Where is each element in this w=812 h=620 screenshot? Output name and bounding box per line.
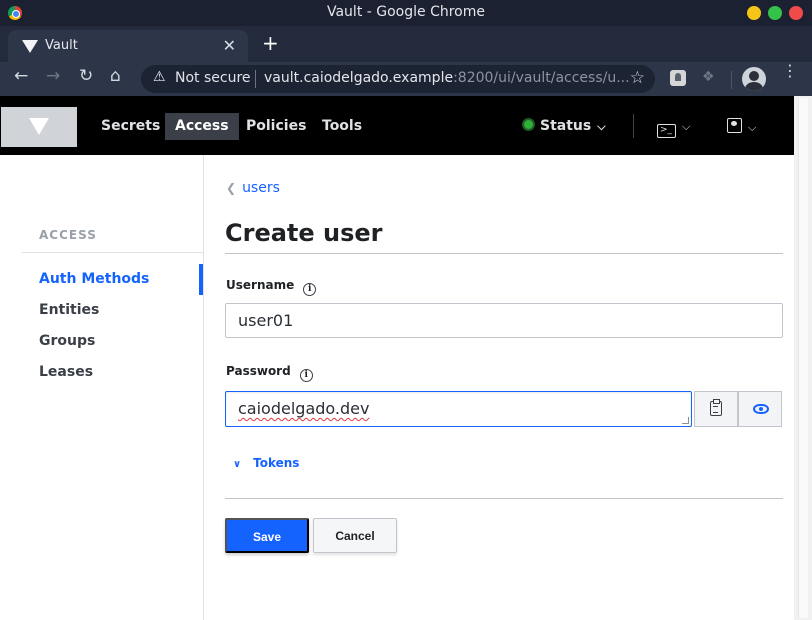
- address-bar[interactable]: ⚠ Not secure vault.caiodelgado.example:8…: [141, 65, 655, 93]
- vault-home-logo[interactable]: [1, 107, 77, 147]
- save-button[interactable]: Save: [225, 518, 309, 553]
- access-sidebar: ACCESS Auth Methods Entities Groups Leas…: [0, 155, 204, 620]
- sidebar-item-groups[interactable]: Groups: [39, 333, 95, 349]
- status-ok-icon: [524, 120, 533, 129]
- close-window-button[interactable]: [789, 6, 803, 20]
- url-path: :8200/ui/vault/access/u...: [453, 70, 630, 86]
- scrollbar-thumb[interactable]: [798, 98, 808, 618]
- browser-toolbar: ← → ↻ ⌂ ⚠ Not secure vault.caiodelgado.e…: [0, 62, 812, 96]
- sidebar-heading: ACCESS: [39, 228, 97, 242]
- tokens-label: Tokens: [253, 456, 300, 470]
- maximize-button[interactable]: [768, 6, 782, 20]
- chevron-down-icon: ⌵: [748, 121, 757, 134]
- nav-policies[interactable]: Policies: [236, 113, 316, 140]
- nav-secrets[interactable]: Secrets: [91, 113, 170, 140]
- security-status[interactable]: Not secure: [175, 70, 251, 86]
- page-scrollbar[interactable]: [794, 96, 812, 620]
- copy-password-button[interactable]: [694, 391, 738, 427]
- new-tab-button[interactable]: +: [262, 31, 279, 55]
- user-menu-button[interactable]: ⌵: [727, 118, 756, 135]
- create-user-form: ❮ users Create user Username i user01 Pass…: [204, 155, 794, 620]
- address-separator: [255, 70, 256, 88]
- cancel-button[interactable]: Cancel: [313, 518, 397, 553]
- chevron-left-icon: ❮: [226, 181, 237, 195]
- chevron-down-icon: ∨: [233, 459, 242, 470]
- tokens-toggle[interactable]: ∨ Tokens: [233, 456, 299, 470]
- password-value: caiodelgado.dev: [238, 399, 370, 418]
- form-divider: [225, 498, 783, 499]
- reveal-password-button[interactable]: [738, 391, 782, 427]
- toolbar-divider: [731, 71, 732, 89]
- info-icon[interactable]: i: [299, 369, 313, 382]
- tab-strip: Vault ✕: [0, 26, 812, 62]
- browser-tab-vault[interactable]: Vault ✕: [8, 30, 248, 62]
- nav-access[interactable]: Access: [165, 113, 239, 140]
- username-label: Username i: [226, 278, 317, 296]
- bookmark-star-icon[interactable]: ☆: [630, 68, 645, 88]
- window-title: Vault - Google Chrome: [326, 4, 485, 20]
- url-text[interactable]: vault.caiodelgado.example:8200/ui/vault/…: [264, 70, 630, 86]
- resize-handle[interactable]: [682, 417, 689, 424]
- clipboard-icon: [710, 399, 722, 416]
- title-divider: [225, 253, 783, 254]
- reload-icon[interactable]: ↻: [79, 66, 93, 86]
- user-icon: [727, 118, 742, 133]
- username-label-text: Username: [226, 278, 295, 292]
- page-title: Create user: [225, 219, 383, 247]
- breadcrumb[interactable]: ❮ users: [226, 180, 280, 196]
- password-label-text: Password: [226, 364, 291, 378]
- tab-title: Vault: [45, 38, 78, 53]
- home-icon[interactable]: ⌂: [110, 66, 121, 86]
- nav-tools[interactable]: Tools: [312, 113, 372, 140]
- tab-close-icon[interactable]: ✕: [223, 36, 236, 55]
- chevron-down-icon: ⌵: [597, 120, 606, 133]
- breadcrumb-users: users: [242, 180, 280, 196]
- password-label: Password i: [226, 364, 313, 382]
- forward-arrow-icon[interactable]: →: [46, 66, 60, 86]
- nav-divider: [633, 114, 634, 138]
- chevron-down-icon: ⌵: [682, 120, 691, 133]
- vault-logo-icon: [29, 118, 49, 135]
- status-label: Status: [540, 118, 592, 134]
- console-button[interactable]: >_ ⌵: [657, 118, 690, 138]
- sidebar-item-entities[interactable]: Entities: [39, 302, 99, 318]
- vault-navbar: Secrets Access Policies Tools Status ⌵ >_…: [0, 96, 794, 155]
- info-icon[interactable]: i: [303, 283, 317, 296]
- sidebar-divider: [22, 252, 204, 253]
- back-arrow-icon[interactable]: ←: [14, 66, 28, 86]
- active-item-marker: [199, 264, 203, 295]
- minimize-button[interactable]: [747, 6, 761, 20]
- extension-puzzle-icon[interactable]: ❖: [702, 69, 715, 85]
- warning-icon[interactable]: ⚠: [153, 69, 166, 85]
- username-field[interactable]: user01: [225, 303, 783, 338]
- profile-avatar[interactable]: [742, 67, 766, 91]
- sidebar-item-auth-methods[interactable]: Auth Methods: [39, 271, 149, 287]
- password-field[interactable]: caiodelgado.dev: [225, 391, 692, 427]
- browser-titlebar: Vault - Google Chrome: [0, 0, 812, 26]
- terminal-icon: >_: [657, 124, 676, 138]
- extension-icon[interactable]: [670, 70, 686, 86]
- browser-menu-icon[interactable]: ⋮: [782, 63, 798, 79]
- url-host: vault.caiodelgado.example: [264, 70, 454, 86]
- vault-favicon-icon: [22, 40, 38, 53]
- sidebar-item-leases[interactable]: Leases: [39, 364, 93, 380]
- eye-icon: [753, 404, 769, 414]
- status-menu[interactable]: Status ⌵: [524, 118, 606, 134]
